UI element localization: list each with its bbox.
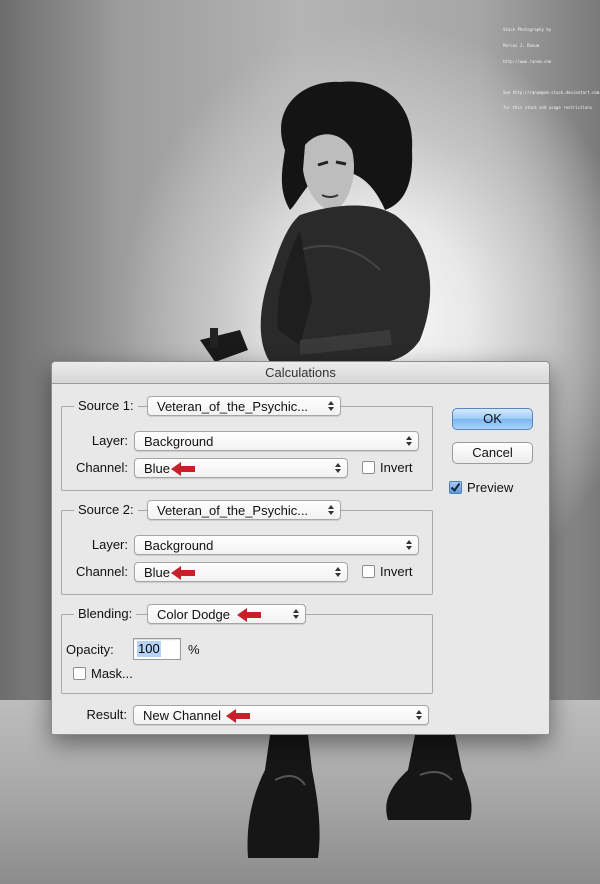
photo-credit-line: for this stock and usage restrictions — [503, 105, 593, 111]
popup-arrows-icon — [406, 436, 412, 446]
opacity-label: Opacity: — [66, 642, 114, 657]
source1-channel-popup[interactable]: Blue — [134, 458, 348, 478]
blending-label: Blending: — [74, 606, 137, 621]
photo-credit-line: Marcus J. Ranum — [503, 43, 540, 49]
blending-group: Blending: Color Dodge Opacity: 100 % Mas… — [61, 604, 433, 694]
photo-credit: Stock Photography by Marcus J. Ranum htt… — [503, 17, 600, 116]
popup-arrows-icon — [335, 567, 341, 577]
source2-invert-checkbox[interactable]: Invert — [362, 564, 422, 580]
popup-arrows-icon — [328, 505, 334, 515]
preview-checkbox[interactable]: Preview — [449, 480, 529, 496]
model-face — [303, 134, 355, 212]
result-label: Result: — [86, 707, 127, 722]
source2-layer-popup[interactable]: Background — [134, 535, 419, 555]
result-value: New Channel — [143, 708, 222, 723]
source1-layer-value: Background — [144, 434, 214, 449]
red-annotation-arrow-icon — [237, 608, 261, 622]
red-annotation-arrow-icon — [171, 566, 195, 580]
gun — [200, 330, 248, 362]
calculations-dialog: Calculations Source 1: Veteran_of_the_Ps… — [51, 361, 550, 735]
source1-layer-label: Layer: — [91, 433, 128, 448]
checkmark-icon — [450, 482, 461, 493]
opacity-value: 100 — [137, 641, 161, 657]
photo-credit-line: Stock Photography by — [503, 27, 552, 33]
popup-arrows-icon — [293, 609, 299, 619]
preview-label: Preview — [467, 480, 514, 495]
source1-file-popup[interactable]: Veteran_of_the_Psychic... — [147, 396, 341, 416]
source2-file-value: Veteran_of_the_Psychic... — [157, 503, 309, 518]
source2-channel-label: Channel: — [75, 564, 128, 579]
source1-channel-label: Channel: — [75, 460, 128, 475]
popup-arrows-icon — [328, 401, 334, 411]
source2-invert-label: Invert — [380, 564, 413, 579]
checkbox-box — [362, 565, 375, 578]
source1-file-value: Veteran_of_the_Psychic... — [157, 399, 309, 414]
popup-arrows-icon — [416, 710, 422, 720]
checkbox-box — [362, 461, 375, 474]
checkbox-box — [73, 667, 86, 680]
source1-group: Source 1: Veteran_of_the_Psychic... Laye… — [61, 396, 433, 491]
source1-invert-checkbox[interactable]: Invert — [362, 460, 422, 476]
dialog-title: Calculations — [52, 362, 549, 384]
photo-credit-line: http://www.ranum.com — [503, 58, 552, 64]
source2-layer-value: Background — [144, 538, 214, 553]
photo-credit-line — [503, 74, 595, 79]
opacity-unit: % — [188, 642, 200, 657]
source1-channel-value: Blue — [144, 461, 171, 476]
source2-channel-popup[interactable]: Blue — [134, 562, 348, 582]
source2-layer-label: Layer: — [91, 537, 128, 552]
red-annotation-arrow-icon — [171, 462, 195, 476]
source1-invert-label: Invert — [380, 460, 413, 475]
source2-channel-value: Blue — [144, 565, 171, 580]
model-right-boot — [386, 735, 472, 820]
opacity-input[interactable]: 100 — [133, 638, 181, 660]
source1-layer-popup[interactable]: Background — [134, 431, 419, 451]
photo-credit-line: See http://ranumpub-stock.deviantart.com — [503, 89, 600, 95]
result-popup[interactable]: New Channel — [133, 705, 429, 725]
popup-arrows-icon — [406, 540, 412, 550]
mask-checkbox[interactable]: Mask... — [73, 666, 153, 682]
mask-label: Mask... — [91, 666, 133, 681]
source1-label: Source 1: — [74, 398, 138, 413]
cancel-button[interactable]: Cancel — [452, 442, 533, 464]
blending-mode-popup[interactable]: Color Dodge — [147, 604, 306, 624]
popup-arrows-icon — [335, 463, 341, 473]
source2-label: Source 2: — [74, 502, 138, 517]
source2-file-popup[interactable]: Veteran_of_the_Psychic... — [147, 500, 341, 520]
blending-mode-value: Color Dodge — [157, 607, 230, 622]
source2-group: Source 2: Veteran_of_the_Psychic... Laye… — [61, 500, 433, 595]
model-left-boot — [247, 735, 320, 858]
ok-button[interactable]: OK — [452, 408, 533, 430]
red-annotation-arrow-icon — [226, 709, 250, 723]
